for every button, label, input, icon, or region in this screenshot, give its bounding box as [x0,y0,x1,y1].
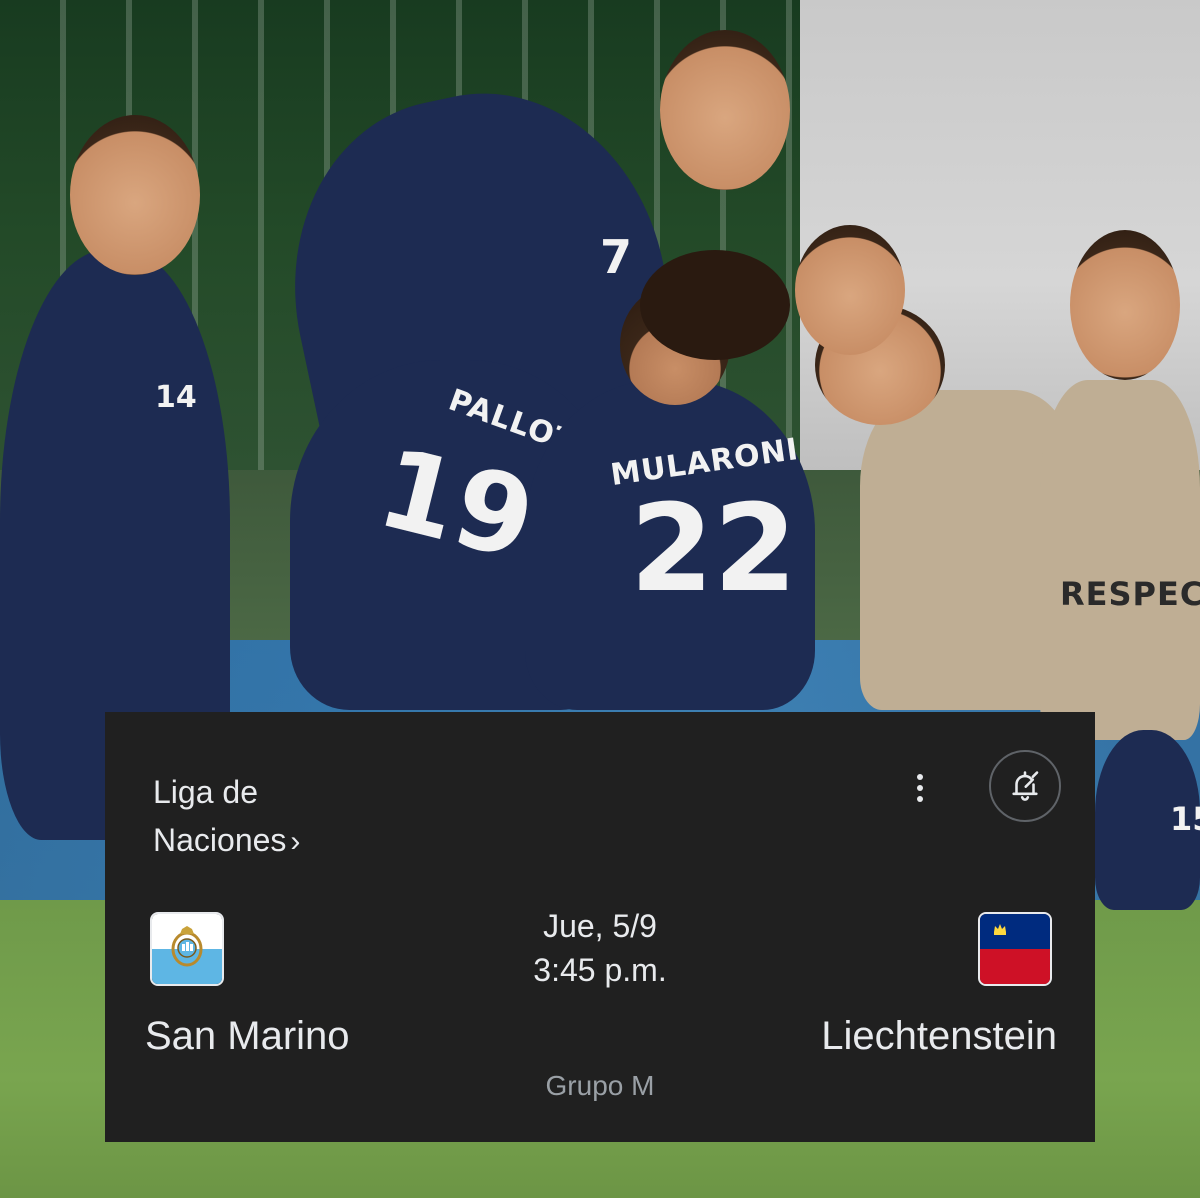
match-time: 3:45 p.m. [533,952,667,988]
league-name-line1: Liga de [153,774,258,810]
home-team-name[interactable]: San Marino [145,1012,350,1060]
player-bib-right [1040,380,1200,740]
player-jumping-head [660,30,790,190]
bib-text-respect: RESPECT [1060,575,1200,613]
add-alert-bell-icon [1012,771,1039,801]
more-vert-icon-dot [917,774,923,780]
league-name-line2: Naciones [153,822,287,858]
player-right-head [1070,230,1180,380]
player-center-head [640,250,790,360]
jersey-number-14: 14 [155,380,197,415]
jersey-number-7: 7 [600,230,633,284]
away-team-name[interactable]: Liechtenstein [821,1012,1057,1060]
more-vert-icon-dot [917,796,923,802]
chevron-right-icon: › [290,825,301,858]
match-card[interactable]: Liga de Naciones › San Marino Jue, 5/9 3… [105,712,1095,1142]
more-options-button[interactable] [900,766,940,810]
more-vert-icon-dot [917,785,923,791]
player-back-head [795,225,905,355]
match-group: Grupo M [545,1070,655,1101]
match-date: Jue, 5/9 [543,908,657,944]
jersey-number-22: 22 [630,480,797,619]
liechtenstein-flag-icon [978,912,1052,986]
notify-button[interactable] [989,750,1061,822]
jersey-number-15: 15 [1170,800,1200,838]
league-link[interactable]: Liga de Naciones › [153,768,300,866]
player-left-head [70,115,200,275]
